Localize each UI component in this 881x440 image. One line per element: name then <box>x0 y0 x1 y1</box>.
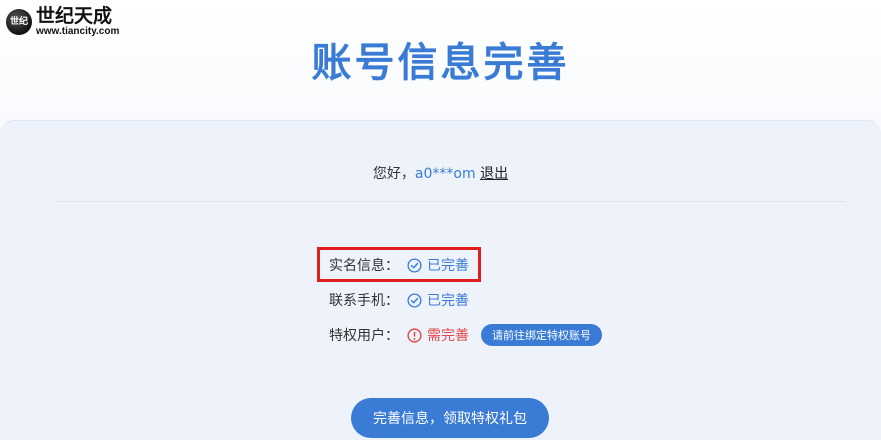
divider <box>55 201 846 202</box>
status-incomplete: 需完善 <box>407 325 469 345</box>
status-text: 已完善 <box>427 293 469 309</box>
status-text: 已完善 <box>427 258 469 274</box>
page-title: 账号信息完善 <box>311 40 570 86</box>
username: a0***om <box>414 166 476 182</box>
status-text: 需完善 <box>427 328 469 344</box>
check-circle-icon <box>407 292 422 308</box>
row-label: 特权用户： <box>329 328 399 344</box>
row-label: 实名信息： <box>329 258 399 274</box>
logout-link[interactable]: 退出 <box>480 166 508 182</box>
alert-circle-icon <box>407 327 422 343</box>
row-label: 联系手机： <box>329 293 399 309</box>
row-privilege-user: 特权用户： 需完善 请前往绑定特权账号 <box>329 323 602 347</box>
bind-privilege-account-button[interactable]: 请前往绑定特权账号 <box>481 324 602 346</box>
row-real-name: 实名信息： 已完善 <box>329 253 469 277</box>
check-circle-icon <box>407 257 422 273</box>
greeting: 您好，a0***om 退出 <box>0 163 881 183</box>
complete-info-claim-gift-button[interactable]: 完善信息，领取特权礼包 <box>351 398 549 438</box>
status-complete: 已完善 <box>407 290 469 310</box>
row-phone: 联系手机： 已完善 <box>329 288 469 312</box>
logo-name: 世纪天成 <box>36 5 113 27</box>
status-complete: 已完善 <box>407 255 469 275</box>
info-card: 您好，a0***om 退出 实名信息： 已完善 联系手机： 已完善 特权用户： <box>0 120 881 440</box>
greeting-prefix: 您好， <box>372 166 415 182</box>
